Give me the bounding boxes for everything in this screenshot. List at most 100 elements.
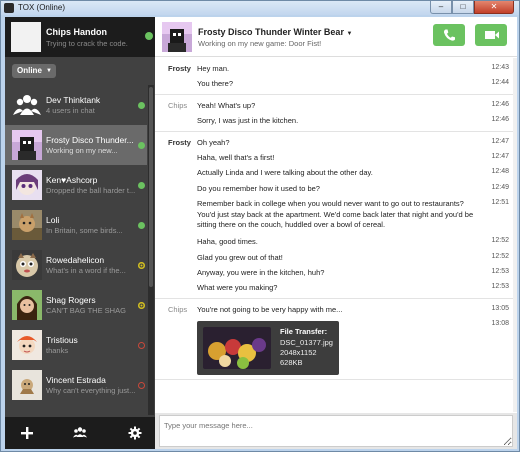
title-bar[interactable]: TOX (Online) – □ ✕ — [1, 1, 519, 15]
message-timestamp: 12:53 — [491, 267, 509, 275]
contact-item[interactable]: Vincent Estrada Why can't everything just… — [5, 365, 147, 405]
message-author: Chips — [168, 100, 188, 110]
message-timestamp: 12:49 — [491, 183, 509, 191]
minimize-button[interactable]: – — [430, 1, 452, 14]
contact-avatar — [12, 210, 42, 240]
message-row: Remember back in college when you would … — [155, 196, 517, 234]
message-text: Glad you grew out of that! — [197, 252, 283, 262]
group-avatar — [12, 90, 42, 120]
message-text: Haha, good times. — [197, 237, 258, 247]
message-list-scrollbar[interactable] — [513, 58, 517, 412]
message-text: Oh yeah? — [197, 137, 230, 147]
message-row: Actually Linda and I were talking about … — [155, 165, 517, 180]
sidebar-toolbar — [5, 417, 155, 449]
message-timestamp: 12:47 — [491, 152, 509, 160]
contact-list-scrollbar[interactable] — [148, 85, 154, 415]
contact-item[interactable]: Rowedahelicon What's in a word if the... — [5, 245, 147, 285]
message-timestamp: 12:48 — [491, 168, 509, 176]
window-title: TOX (Online) — [18, 3, 65, 12]
contact-status-message: thanks — [46, 346, 69, 355]
contact-item[interactable]: Shag Rogers CAN'T BAG THE SHAG — [5, 285, 147, 325]
message-text: You're not going to be very happy with m… — [197, 304, 343, 314]
contact-status-message: Dropped the ball harder t... — [46, 186, 136, 195]
message-timestamp: 13:08 — [491, 320, 509, 328]
message-text: Anyway, you were in the kitchen, huh? — [197, 267, 325, 277]
video-call-button[interactable] — [475, 24, 507, 46]
message-text: You there? — [197, 79, 234, 89]
message-timestamp: 12:52 — [491, 237, 509, 245]
message-text: Remember back in college when you would … — [197, 199, 474, 229]
compose-area — [155, 413, 517, 449]
contact-status-message: CAN'T BAG THE SHAG — [46, 306, 126, 315]
contact-status-message: What's in a word if the... — [46, 266, 126, 275]
contact-avatar — [12, 290, 42, 320]
self-profile[interactable]: Chips Handon Trying to crack the code. — [5, 17, 155, 57]
chat-contact-name[interactable]: Frosty Disco Thunder Winter Bear ▼ — [198, 27, 352, 37]
chat-avatar[interactable] — [162, 22, 192, 52]
message-timestamp: 12:47 — [491, 137, 509, 145]
message-row: 13:08 File Transfer: DSC_01377.jpg 2048x115… — [155, 317, 517, 377]
status-dropdown[interactable]: Online ▼ — [12, 64, 56, 78]
contact-item[interactable]: Tristious thanks — [5, 325, 147, 365]
audio-call-button[interactable] — [433, 24, 465, 46]
contact-name: Loli — [46, 215, 60, 225]
message-timestamp: 12:53 — [491, 283, 509, 291]
message-timestamp: 12:46 — [491, 116, 509, 124]
message-text: Do you remember how it used to be? — [197, 183, 320, 193]
contact-avatar — [12, 330, 42, 360]
contact-item[interactable]: Dev Thinktank 4 users in chat — [5, 85, 147, 125]
contact-name: Ken♥Ashcorp — [46, 175, 98, 185]
message-timestamp: 12:44 — [491, 79, 509, 87]
message-timestamp: 12:52 — [491, 252, 509, 260]
file-thumbnail[interactable] — [203, 327, 271, 370]
message-row: Glad you grew out of that! 12:52 — [155, 250, 517, 265]
contact-name: Dev Thinktank — [46, 95, 101, 105]
contact-status-dot — [138, 142, 145, 149]
message-row: Do you remember how it used to be? 12:49 — [155, 181, 517, 196]
message-text: Sorry, I was just in the kitchen. — [197, 116, 299, 126]
message-timestamp: 12:51 — [491, 199, 509, 207]
self-status-dot — [145, 32, 153, 40]
contact-avatar — [12, 170, 42, 200]
contact-status-dot — [138, 182, 145, 189]
group-icon — [13, 95, 41, 115]
self-status-message[interactable]: Trying to crack the code. — [46, 39, 128, 48]
message-text: Hey man. — [197, 64, 230, 73]
file-dimensions: 2048x1152 — [280, 348, 317, 358]
message-row: Chips You're not going to be very happy w… — [155, 302, 517, 317]
contact-list: Dev Thinktank 4 users in chat Frosty Disco… — [5, 85, 147, 415]
message-author: Chips — [168, 304, 188, 314]
contact-item[interactable]: Ken♥Ashcorp Dropped the ball harder t... — [5, 165, 147, 205]
contact-status-dot — [138, 342, 145, 349]
message-row: Sorry, I was just in the kitchen. 12:46 — [155, 113, 517, 128]
self-name[interactable]: Chips Handon — [46, 27, 107, 37]
group-chat-button[interactable] — [72, 425, 88, 441]
contact-name: Shag Rogers — [46, 295, 96, 305]
message-row: Haha, well that's a first! 12:47 — [155, 150, 517, 165]
file-name: DSC_01377.jpg — [280, 338, 333, 348]
settings-button[interactable] — [127, 425, 143, 441]
gear-icon — [128, 426, 142, 440]
message-timestamp: 12:43 — [491, 64, 509, 71]
contact-name: Rowedahelicon — [46, 255, 105, 265]
message-text: What were you making? — [197, 283, 278, 293]
file-transfer-title: File Transfer: — [280, 327, 328, 337]
contact-name: Tristious — [46, 335, 78, 345]
message-group: Frosty Hey man. 12:43 You there? 12:44 — [155, 58, 517, 95]
self-avatar[interactable] — [11, 22, 41, 52]
scrollbar-thumb[interactable] — [149, 87, 153, 287]
file-transfer-card[interactable]: File Transfer: DSC_01377.jpg 2048x1152 628K… — [197, 321, 339, 376]
message-row: Chips Yeah! What's up? 12:46 — [155, 98, 517, 113]
close-button[interactable]: ✕ — [474, 1, 514, 14]
maximize-button[interactable]: □ — [452, 1, 474, 14]
group-icon — [73, 427, 87, 438]
add-friend-button[interactable] — [19, 425, 35, 441]
message-text: Haha, well that's a first! — [197, 152, 275, 162]
message-author: Frosty — [168, 137, 191, 147]
message-group: Chips You're not going to be very happy w… — [155, 299, 517, 381]
contact-item[interactable]: Loli In Britain, some birds... — [5, 205, 147, 245]
message-input[interactable] — [159, 415, 513, 447]
contact-item[interactable]: Frosty Disco Thunder... Working on my new… — [5, 125, 147, 165]
client-area: Chips Handon Trying to crack the code. O… — [5, 17, 517, 449]
file-size: 628KB — [280, 358, 303, 368]
